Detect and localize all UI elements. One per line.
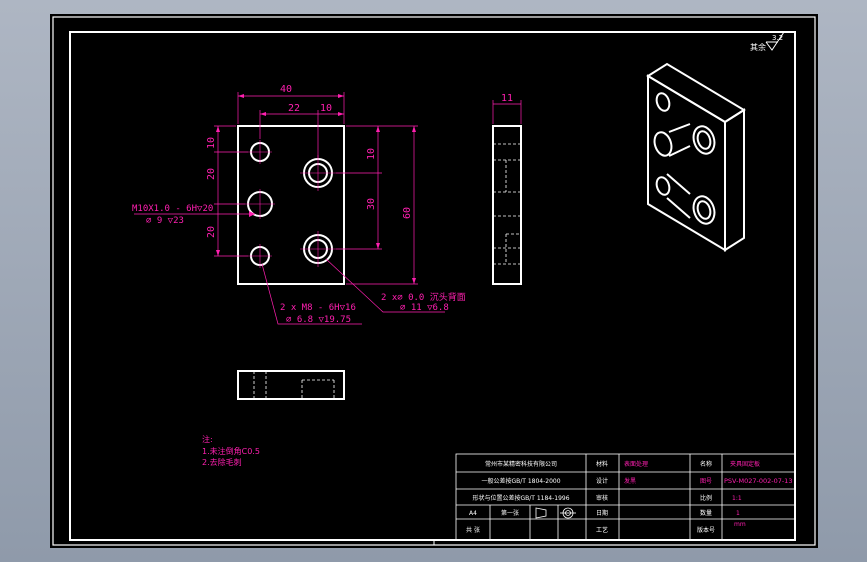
dim-10: 10 — [320, 103, 332, 114]
tb-row3: 形状与位置公差按GB/T 1184-1996 — [472, 494, 569, 502]
callout-m8-line2: ⌀ 6.8 ▽19.75 — [286, 315, 351, 325]
side-view — [492, 100, 522, 285]
tb-company: 常州市某精密科技有限公司 — [485, 460, 557, 468]
tb-label-date: 日期 — [596, 509, 608, 517]
roughness-label: 其余 — [750, 42, 766, 52]
callout-m10-line1: M10X1.0 - 6H▽20 — [132, 204, 213, 214]
dim-left-10: 10 — [206, 137, 217, 149]
tb-value-scale: 1:1 — [732, 495, 742, 502]
drawing-canvas: 40 22 10 10 20 20 10 30 60 M10X1.0 - 6H▽… — [52, 16, 816, 546]
projection-symbol-icon — [535, 507, 576, 519]
drawing-frame — [69, 31, 796, 541]
tb-label-process: 工艺 — [596, 526, 608, 534]
callout-cbore-line2: ⌀ 11 ▽6.8 — [400, 303, 449, 313]
callout-m8-line1: 2 x M8 - 6H▽16 — [280, 303, 356, 313]
tb-row2: 一般公差按GB/T 1804-2000 — [481, 477, 560, 485]
notes-line1: 1.未注倒角C0.5 — [202, 446, 260, 456]
tb-label-total: 共 张 — [466, 526, 480, 534]
tb-value-qty: 1 — [736, 510, 740, 517]
tb-value-material-b: 发黑 — [624, 477, 636, 485]
dim-40: 40 — [280, 84, 292, 95]
tb-label-check: 审核 — [596, 494, 608, 502]
tb-label-sheet: 第一张 — [501, 509, 519, 517]
notes-heading: 注: — [202, 434, 213, 444]
front-outline — [237, 125, 345, 285]
dim-22: 22 — [288, 103, 300, 114]
dim-right-30: 30 — [366, 198, 377, 210]
dim-60: 60 — [402, 207, 413, 219]
dim-side-11: 11 — [501, 93, 513, 104]
tb-label-material: 材料 — [596, 460, 608, 468]
dim-left-20: 20 — [206, 168, 217, 180]
tb-label-version: 版本号 — [697, 526, 715, 534]
callout-m10-line2: ⌀ 9 ▽23 — [146, 216, 184, 226]
tb-label-design: 设计 — [596, 477, 608, 485]
roughness-value: 3.2 — [772, 34, 783, 42]
cad-viewport[interactable]: 40 22 10 10 20 20 10 30 60 M10X1.0 - 6H▽… — [50, 14, 818, 548]
notes-line2: 2.去除毛刺 — [202, 457, 242, 467]
tb-value-name: 夹具固定板 — [730, 460, 760, 468]
tb-value-unit: mm — [734, 521, 746, 528]
tb-value-a4: A4 — [469, 510, 477, 517]
dim-left-20b: 20 — [206, 226, 217, 238]
callout-cbore-line1: 2 x⌀ 0.0 沉头背面 — [381, 291, 466, 303]
tb-value-drawing-no: PSV-M027-002-07-13 — [724, 477, 792, 485]
bottom-view — [237, 370, 345, 400]
tb-label-scale: 比例 — [700, 494, 712, 502]
tb-label-drawing-no: 图号 — [700, 478, 712, 485]
tb-value-material-a: 表面处理 — [624, 460, 648, 468]
tb-label-name: 名称 — [700, 460, 712, 468]
tb-label-qty: 数量 — [700, 509, 712, 517]
isometric-view — [646, 62, 746, 252]
dim-right-10: 10 — [366, 148, 377, 160]
